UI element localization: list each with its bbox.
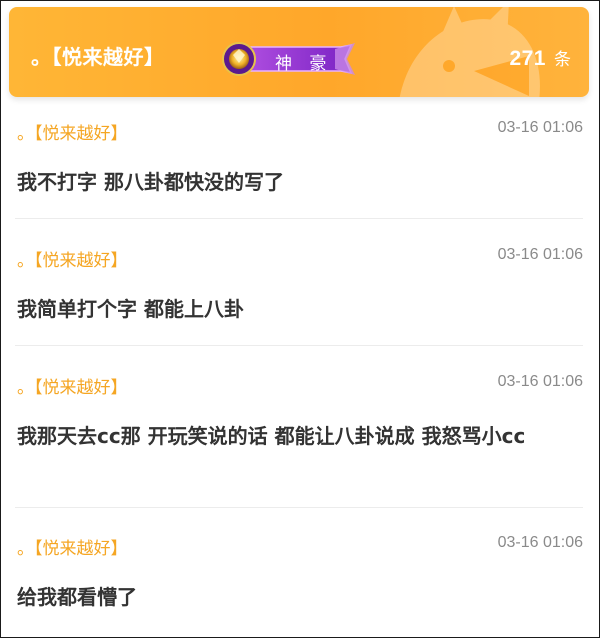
list-item[interactable]: 。【悦来越好】 03-16 01:06 我简单打个字 都能上八卦	[17, 246, 583, 326]
comment-timestamp: 03-16 01:06	[497, 373, 583, 390]
comment-text: 给我都看懵了	[17, 585, 137, 609]
comment-text: 我不打字 那八卦都快没的写了	[17, 170, 284, 194]
list-item[interactable]: 。【悦来越好】 03-16 01:06 我不打字 那八卦都快没的写了	[17, 119, 583, 199]
comment-timestamp: 03-16 01:06	[497, 246, 583, 263]
header-username[interactable]: 。【悦来越好】	[31, 41, 165, 70]
message-count: 271 条	[509, 45, 571, 71]
comment-text: 我简单打个字 都能上八卦	[17, 297, 244, 321]
comment-timestamp: 03-16 01:06	[497, 534, 583, 551]
comment-username[interactable]: 。【悦来越好】	[17, 373, 128, 398]
comment-username[interactable]: 。【悦来越好】	[17, 119, 128, 144]
divider	[15, 345, 583, 346]
chat-panel: 。【悦来越好】 神 豪 271 条 。【悦来越好】 03-16 01:06 我不…	[0, 0, 600, 638]
divider	[15, 507, 583, 508]
comment-username[interactable]: 。【悦来越好】	[17, 534, 128, 559]
message-count-number: 271	[509, 47, 546, 70]
comment-text: 我那天去cc那 开玩笑说的话 都能让八卦说成 我怒骂小cc	[17, 424, 526, 448]
user-header-banner[interactable]: 。【悦来越好】 神 豪 271 条	[9, 7, 589, 97]
divider	[15, 218, 583, 219]
list-item[interactable]: 。【悦来越好】 03-16 01:06 给我都看懵了	[17, 534, 583, 614]
badge-label: 神 豪	[275, 54, 333, 74]
message-count-unit: 条	[554, 50, 571, 70]
rank-badge: 神 豪	[217, 41, 357, 77]
comment-timestamp: 03-16 01:06	[497, 119, 583, 136]
list-item[interactable]: 。【悦来越好】 03-16 01:06 我那天去cc那 开玩笑说的话 都能让八卦…	[17, 373, 583, 493]
comment-username[interactable]: 。【悦来越好】	[17, 246, 128, 271]
